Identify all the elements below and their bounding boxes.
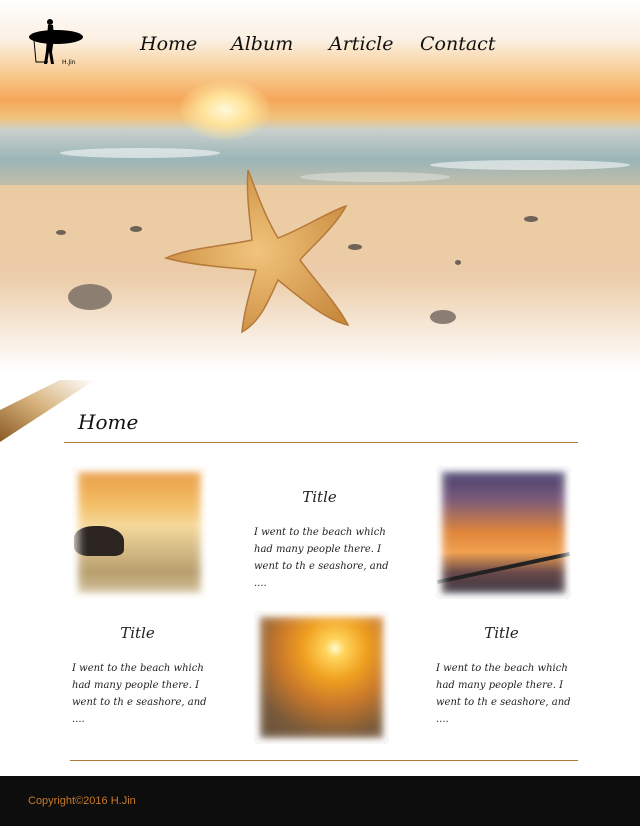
content-divider — [70, 760, 578, 761]
page-heading: Home — [78, 410, 139, 434]
card-text: I went to the beach which had many peopl… — [436, 663, 571, 725]
nav-article[interactable]: Article — [329, 33, 393, 55]
card-title: Title — [484, 624, 519, 642]
sun-glow — [180, 80, 270, 140]
footer: Copyright©2016 H.Jin — [0, 776, 640, 826]
rock — [68, 284, 112, 310]
starfish-image — [163, 169, 350, 334]
nav-album[interactable]: Album — [231, 33, 293, 55]
card-title: Title — [302, 488, 337, 506]
pebble — [524, 216, 538, 222]
copyright-text: Copyright©2016 H.Jin — [28, 795, 136, 807]
card-text: I went to the beach which had many peopl… — [254, 527, 389, 589]
nav-contact[interactable]: Contact — [420, 33, 495, 55]
photo-sea-sunset[interactable] — [254, 611, 389, 744]
card-text: I went to the beach which had many peopl… — [72, 663, 207, 725]
pebble — [455, 260, 461, 265]
surfer-logo-icon[interactable]: H.Jin — [28, 18, 88, 68]
photo-pier-sunset[interactable] — [436, 466, 571, 599]
hero-banner — [0, 0, 640, 372]
pebble — [130, 226, 142, 232]
card-title: Title — [120, 624, 155, 642]
heading-divider — [64, 442, 578, 443]
photo-sunset-rocks[interactable] — [72, 466, 207, 599]
nav-home[interactable]: Home — [140, 33, 197, 55]
logo-text: H.Jin — [62, 59, 76, 66]
pebble — [56, 230, 66, 235]
wave — [60, 148, 220, 158]
pebble — [430, 310, 456, 324]
wave — [430, 160, 630, 170]
